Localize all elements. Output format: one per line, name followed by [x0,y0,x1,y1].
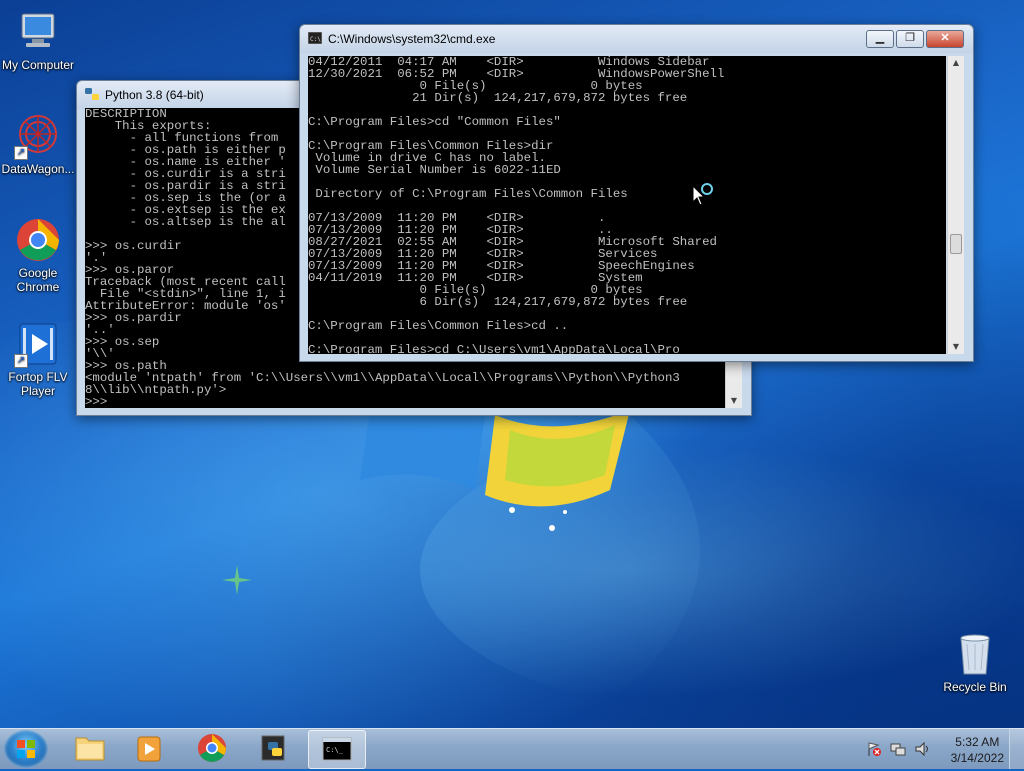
taskbar-media-player[interactable] [122,730,178,767]
python-icon [85,88,99,100]
desktop-icon-label: My Computer [1,58,75,72]
cmd-window-title: C:\Windows\system32\cmd.exe [328,32,496,46]
console-line: Volume Serial Number is 6022-11ED [308,163,561,177]
busy-cursor-icon [692,183,713,206]
desktop: My Computer ↗ DataWagon... Google Chrome [0,0,1024,728]
cmd-window[interactable]: C:\ C:\Windows\system32\cmd.exe ▁ ❐ ✕ 04… [299,24,974,362]
cmd-window-titlebar[interactable]: C:\ C:\Windows\system32\cmd.exe ▁ ❐ ✕ [300,25,973,53]
chrome-icon [198,734,226,762]
scroll-up-arrow-icon[interactable]: ▲ [948,56,964,70]
desktop-icon-label: Recycle Bin [943,680,1007,694]
maximize-button[interactable]: ❐ [896,30,924,48]
shortcut-arrow-icon: ↗ [14,146,28,160]
show-desktop-button[interactable] [1009,729,1024,769]
cmd-scrollbar[interactable]: ▲ ▼ [947,56,964,354]
python-window-title: Python 3.8 (64-bit) [105,88,204,102]
python-icon [261,735,285,761]
desktop-icon-datawagon[interactable]: ↗ DataWagon... [0,112,76,176]
taskbar-python[interactable] [246,730,302,767]
console-line: C:\Program Files>cd "Common Files" [308,115,561,129]
clock-time: 5:32 AM [955,735,1000,749]
svg-text:C:\_: C:\_ [326,746,344,754]
console-line: C:\Program Files\Common Files>cd .. [308,319,569,333]
system-tray: 5:32 AM 3/14/2022 [860,729,1024,769]
minimize-button[interactable]: ▁ [866,30,894,48]
media-player-icon [137,736,161,762]
action-center-flag-icon[interactable] [866,741,882,757]
windows-start-icon [17,740,35,758]
taskbar: C:\_ 5:32 AM 3/14/2022 [0,728,1024,769]
svg-text:C:\: C:\ [310,36,321,43]
close-button[interactable]: ✕ [926,30,964,48]
console-line: 6 Dir(s) 124,217,679,872 bytes free [308,295,688,309]
taskbar-explorer[interactable] [62,730,118,767]
scroll-down-arrow-icon[interactable]: ▼ [726,394,742,408]
cmd-icon: C:\ [308,32,322,44]
desktop-icon-label: Fortop FLV Player [8,370,68,398]
computer-icon [21,13,55,47]
cmd-window-buttons: ▁ ❐ ✕ [866,30,966,48]
taskbar-cmd[interactable]: C:\_ [308,730,366,769]
taskbar-chrome[interactable] [184,730,240,767]
start-button[interactable] [4,730,48,768]
shortcut-arrow-icon: ↗ [14,354,28,368]
console-line: 21 Dir(s) 124,217,679,872 bytes free [308,91,688,105]
recycle-bin-icon [960,634,990,675]
desktop-icon-label: DataWagon... [1,162,75,176]
clock-date: 3/14/2022 [950,751,1004,765]
console-line: Directory of C:\Program Files\Common Fil… [308,187,628,201]
console-line: 8\\lib\\ntpath.py'> [85,383,227,397]
desktop-icon-recycle-bin[interactable]: Recycle Bin [936,630,1014,694]
folder-icon [75,737,105,761]
chrome-icon [17,219,59,261]
wallpaper-sparkle [222,565,252,595]
network-icon[interactable] [890,741,906,757]
console-line: >>> [85,395,108,408]
desktop-icon-my-computer[interactable]: My Computer [0,8,76,72]
cmd-console[interactable]: 04/12/2011 04:17 AM <DIR> Windows Sideba… [308,56,946,354]
clock[interactable]: 5:32 AM 3/14/2022 [951,734,1004,766]
desktop-icon-label: Google Chrome [16,266,60,294]
volume-icon[interactable] [914,741,932,757]
cmd-icon: C:\_ [322,737,352,761]
console-line: C:\Program Files>cd C:\Users\vm1\AppData… [308,343,680,354]
scrollbar-thumb[interactable] [950,234,962,254]
desktop-icon-fortop-flv-player[interactable]: ↗ Fortop FLV Player [0,320,76,398]
scroll-down-arrow-icon[interactable]: ▼ [948,340,964,354]
desktop-icon-google-chrome[interactable]: Google Chrome [0,216,76,294]
